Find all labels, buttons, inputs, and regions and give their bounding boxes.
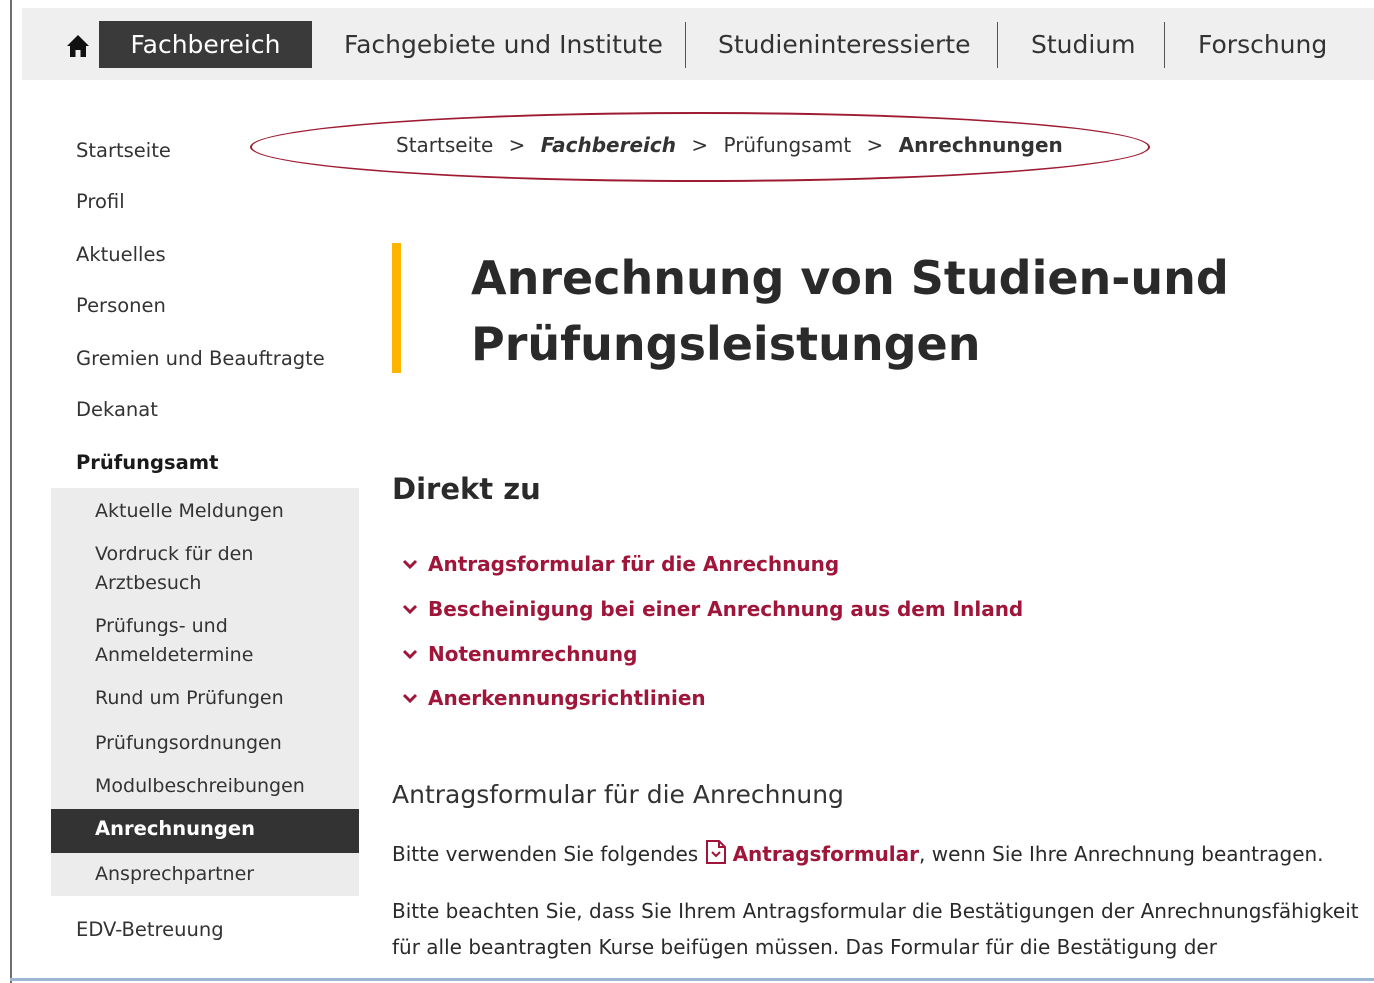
sidebar-item-gremien[interactable]: Gremien und Beauftragte [76,347,325,370]
sidebar-subitem-label: Anrechnungen [95,817,255,840]
paragraph-hinweis-line2: für alle beantragten Kurse beifügen müss… [392,935,1217,959]
jump-link-antragsformular[interactable]: Antragsformular für die Anrechnung [402,552,839,576]
sidebar-subitem-vordruck[interactable]: Vordruck für den [95,540,253,569]
breadcrumb-separator: > [866,133,884,157]
nav-item-studieninteressierte[interactable]: Studieninteressierte [718,21,970,68]
nav-item-fachgebiete[interactable]: Fachgebiete und Institute [344,21,663,68]
sidebar-subitem-termine[interactable]: Prüfungs- und [95,612,228,641]
breadcrumb-item-startseite[interactable]: Startseite [396,133,493,157]
chevron-down-icon [402,686,428,710]
nav-divider [685,22,686,68]
antragsformular-link[interactable]: Antragsformular [705,840,920,869]
sidebar-subitem-termine-line2[interactable]: Anmeldetermine [95,641,253,670]
sidebar-subitem-ansprechpartner[interactable]: Ansprechpartner [95,860,254,889]
jump-link-bescheinigung[interactable]: Bescheinigung bei einer Anrechnung aus d… [402,597,1023,621]
sidebar-subitem-modulbeschreibungen[interactable]: Modulbeschreibungen [95,772,305,801]
sidebar-subitem-vordruck-line2[interactable]: Arztbesuch [95,569,201,598]
jump-link-label: Antragsformular für die Anrechnung [428,552,840,576]
document-download-icon [705,840,727,869]
jump-link-notenumrechnung[interactable]: Notenumrechnung [402,642,637,666]
direkt-zu-heading: Direkt zu [392,472,541,506]
breadcrumb-separator: > [508,133,526,157]
sidebar-item-aktuelles[interactable]: Aktuelles [76,243,166,266]
sidebar-item-profil[interactable]: Profil [76,190,125,213]
top-navigation: Fachbereich Fachgebiete und Institute St… [22,8,1374,80]
sidebar-item-startseite[interactable]: Startseite [76,139,171,162]
paragraph-text: Bitte verwenden Sie folgendes [392,842,699,866]
sidebar-item-edv-betreuung[interactable]: EDV-Betreuung [76,918,224,941]
sidebar-item-personen[interactable]: Personen [76,294,166,317]
sidebar-item-dekanat[interactable]: Dekanat [76,398,158,421]
breadcrumb-item-pruefungsamt[interactable]: Prüfungsamt [723,133,851,157]
window-left-border [10,0,12,983]
jump-link-anerkennungsrichtlinien[interactable]: Anerkennungsrichtlinien [402,686,706,710]
breadcrumb-separator: > [691,133,709,157]
breadcrumb-item-anrechnungen: Anrechnungen [898,133,1063,157]
section-heading: Antragsformular für die Anrechnung [392,780,844,809]
nav-item-forschung[interactable]: Forschung [1198,21,1327,68]
nav-item-studium[interactable]: Studium [1031,21,1136,68]
sidebar-subitem-aktuelle-meldungen[interactable]: Aktuelle Meldungen [95,497,284,526]
chevron-down-icon [402,597,428,621]
nav-divider [1164,22,1165,68]
jump-link-label: Anerkennungsrichtlinien [428,686,706,710]
breadcrumb: Startseite > Fachbereich > Prüfungsamt >… [396,133,1063,157]
page-title-line1: Anrechnung von Studien-und [471,251,1229,305]
paragraph-hinweis-line1: Bitte beachten Sie, dass Sie Ihrem Antra… [392,899,1359,923]
nav-item-fachbereich[interactable]: Fachbereich [99,21,312,68]
nav-divider [997,22,998,68]
jump-link-label: Bescheinigung bei einer Anrechnung aus d… [428,597,1024,621]
page-title-line2: Prüfungsleistungen [471,317,981,371]
paragraph-antrag: Bitte verwenden Sie folgendes Antragsfor… [392,840,1324,869]
sidebar-subitem-anrechnungen[interactable]: Anrechnungen [51,809,359,853]
sidebar-item-pruefungsamt[interactable]: Prüfungsamt [76,451,218,474]
antragsformular-link-label: Antragsformular [732,842,920,866]
home-icon[interactable] [62,30,94,60]
sidebar-subitem-rund-um-pruefungen[interactable]: Rund um Prüfungen [95,684,284,713]
chevron-down-icon [402,642,428,666]
title-accent-bar [392,243,401,373]
window-bottom-border [10,978,1374,981]
chevron-down-icon [402,552,428,576]
sidebar-subitem-pruefungsordnungen[interactable]: Prüfungsordnungen [95,729,282,758]
paragraph-text: , wenn Sie Ihre Anrechnung beantragen. [919,842,1324,866]
page-title: Anrechnung von Studien-und Prüfungsleist… [471,245,1251,377]
jump-link-label: Notenumrechnung [428,642,638,666]
breadcrumb-item-fachbereich[interactable]: Fachbereich [541,133,676,157]
